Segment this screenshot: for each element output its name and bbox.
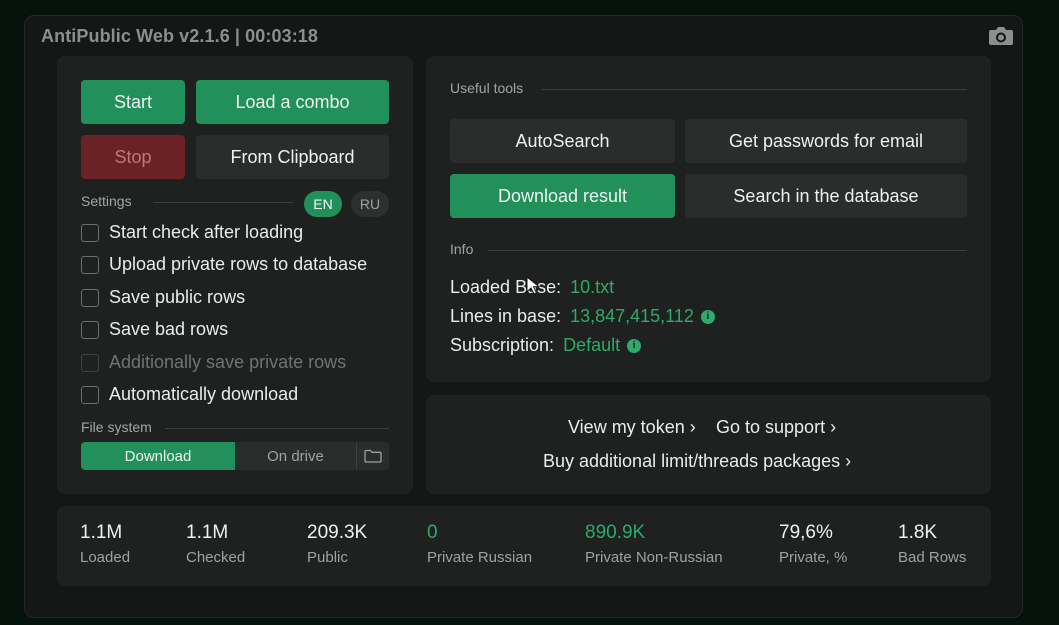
stat-label: Bad Rows	[898, 549, 967, 566]
stat-value: 1.8K	[898, 522, 938, 543]
links-panel: View my token › Go to support › Buy addi…	[426, 395, 991, 494]
option-auto-download[interactable]: Automatically download	[81, 384, 298, 405]
stat-value: 1.1M	[186, 522, 229, 543]
language-ru-toggle[interactable]: RU	[351, 191, 389, 217]
stat-private-non-russian: 890.9K Private Non-Russian	[585, 522, 723, 566]
stat-label: Private Non-Russian	[585, 549, 723, 566]
on-drive-option[interactable]: On drive	[235, 442, 356, 470]
checkbox[interactable]	[81, 288, 99, 307]
info-divider	[488, 250, 967, 251]
option-label: Save public rows	[109, 287, 246, 307]
download-result-button[interactable]: Download result	[450, 174, 675, 218]
option-save-public[interactable]: Save public rows	[81, 287, 245, 308]
useful-tools-label: Useful tools	[450, 80, 524, 96]
view-token-link[interactable]: View my token ›	[568, 417, 696, 438]
camera-icon[interactable]	[988, 25, 1014, 47]
option-label: Automatically download	[109, 384, 299, 404]
loaded-base-value: 10.txt	[570, 277, 615, 297]
subscription-key: Subscription:	[450, 335, 555, 355]
option-save-private: Additionally save private rows	[81, 352, 346, 373]
stat-label: Checked	[186, 549, 246, 566]
lines-in-base-row: Lines in base: 13,847,415,112 i	[450, 306, 715, 327]
loaded-base-key: Loaded Base:	[450, 277, 562, 297]
checkbox[interactable]	[81, 223, 99, 242]
info-icon[interactable]: i	[700, 309, 715, 324]
app-window: AntiPublic Web v2.1.6 | 00:03:18 Start L…	[24, 15, 1023, 618]
file-system-toggle: Download On drive	[81, 442, 389, 470]
stop-button[interactable]: Stop	[81, 135, 185, 179]
load-combo-button[interactable]: Load a combo	[196, 80, 389, 124]
stat-private-russian: 0 Private Russian	[427, 522, 532, 566]
option-label: Additionally save private rows	[109, 352, 347, 372]
file-system-divider	[165, 428, 389, 429]
support-link[interactable]: Go to support ›	[716, 417, 836, 438]
from-clipboard-button[interactable]: From Clipboard	[196, 135, 389, 179]
stat-label: Private, %	[779, 549, 848, 566]
tools-divider	[542, 89, 967, 90]
option-label: Save bad rows	[109, 319, 229, 339]
stat-label: Public	[307, 549, 348, 566]
stat-value: 890.9K	[585, 522, 646, 543]
window-title: AntiPublic Web v2.1.6 | 00:03:18	[41, 26, 319, 46]
file-system-label: File system	[81, 419, 152, 435]
settings-divider	[153, 202, 293, 203]
stat-label: Loaded	[80, 549, 131, 566]
info-icon[interactable]: i	[627, 338, 642, 353]
stats-panel: 1.1M Loaded 1.1M Checked 209.3K Public 0…	[57, 506, 991, 586]
download-option[interactable]: Download	[81, 442, 235, 470]
stat-private-percent: 79,6% Private, %	[779, 522, 847, 566]
stat-checked: 1.1M Checked	[186, 522, 245, 566]
mouse-cursor-icon	[526, 276, 540, 295]
folder-icon[interactable]	[356, 442, 389, 470]
stat-bad-rows: 1.8K Bad Rows	[898, 522, 966, 566]
buy-packages-link[interactable]: Buy additional limit/threads packages ›	[543, 451, 851, 472]
lines-in-base-value: 13,847,415,112	[570, 306, 694, 326]
option-save-bad[interactable]: Save bad rows	[81, 319, 228, 340]
settings-label: Settings	[81, 193, 132, 209]
get-passwords-button[interactable]: Get passwords for email	[685, 119, 967, 163]
checkbox[interactable]	[81, 385, 99, 404]
subscription-row: Subscription: Default i	[450, 335, 642, 356]
stat-loaded: 1.1M Loaded	[80, 522, 130, 566]
lines-in-base-key: Lines in base:	[450, 306, 562, 326]
option-label: Upload private rows to database	[109, 254, 368, 274]
option-label: Start check after loading	[109, 222, 304, 242]
tools-panel: Useful tools AutoSearch Get passwords fo…	[426, 56, 991, 382]
subscription-value: Default	[563, 335, 621, 355]
stat-label: Private Russian	[427, 549, 533, 566]
stat-value: 0	[427, 522, 438, 543]
checkbox[interactable]	[81, 320, 99, 339]
stat-value: 79,6%	[779, 522, 833, 543]
autosearch-button[interactable]: AutoSearch	[450, 119, 675, 163]
start-button[interactable]: Start	[81, 80, 185, 124]
stat-value: 209.3K	[307, 522, 368, 543]
stat-public: 209.3K Public	[307, 522, 367, 566]
stat-value: 1.1M	[80, 522, 123, 543]
language-en-toggle[interactable]: EN	[304, 191, 342, 217]
option-upload-private[interactable]: Upload private rows to database	[81, 254, 367, 275]
control-panel: Start Load a combo Stop From Clipboard S…	[57, 56, 413, 494]
search-database-button[interactable]: Search in the database	[685, 174, 967, 218]
checkbox	[81, 353, 99, 372]
info-label: Info	[450, 241, 474, 257]
option-start-check[interactable]: Start check after loading	[81, 222, 303, 243]
checkbox[interactable]	[81, 255, 99, 274]
